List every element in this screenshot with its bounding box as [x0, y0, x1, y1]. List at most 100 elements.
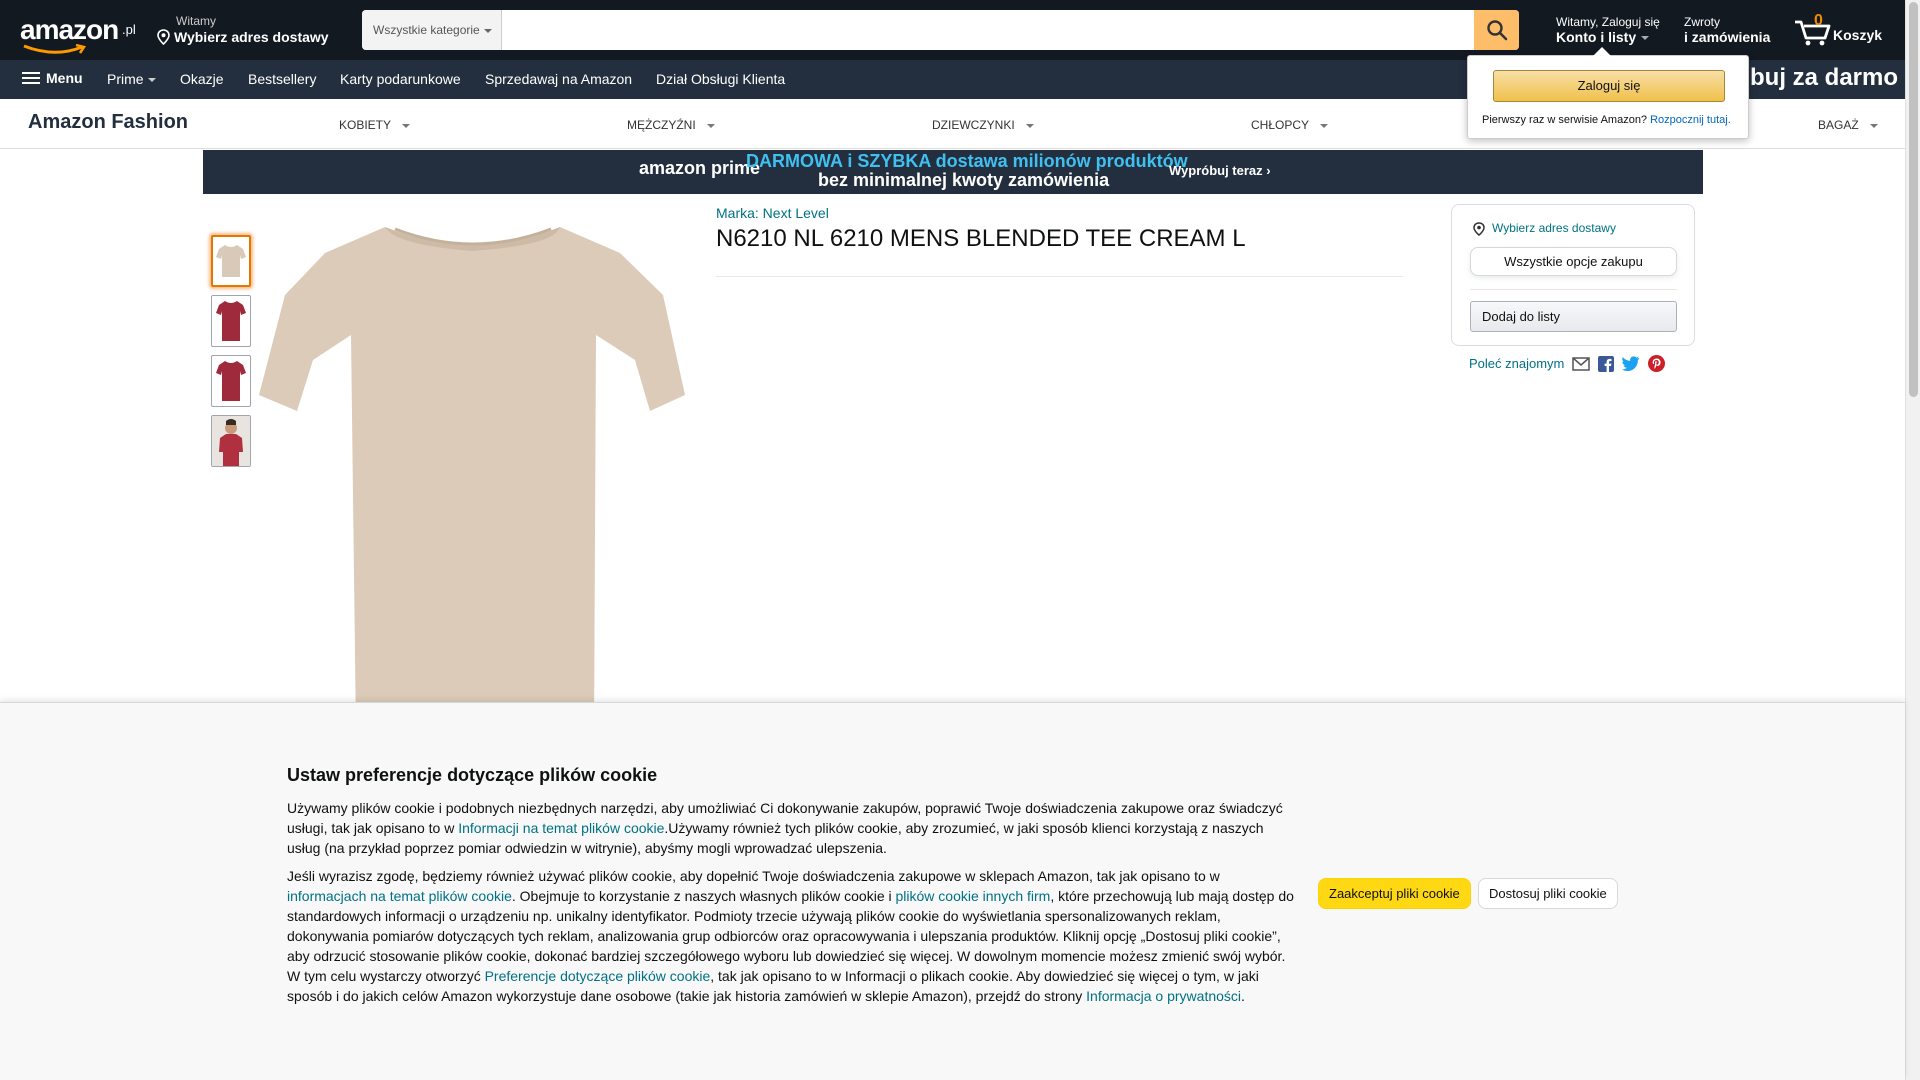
cookie-preferences-link[interactable]: Preferencje dotyczące plików cookie — [485, 968, 711, 984]
deliver-greeting: Witamy — [176, 14, 216, 28]
account-greeting: Witamy, Zaloguj się — [1556, 15, 1660, 29]
privacy-notice-link[interactable]: Informacja o prywatności — [1086, 988, 1241, 1004]
cart-count: 0 — [1814, 12, 1823, 29]
customize-cookies-button[interactable]: Dostosuj pliki cookie — [1478, 878, 1618, 909]
subnav-label: DZIEWCZYNKI — [932, 118, 1015, 132]
prime-banner-subline: bez minimalnej kwoty zamówienia — [818, 170, 1110, 190]
amazon-logo[interactable]: amazon .pl — [20, 14, 140, 54]
facebook-icon[interactable] — [1598, 355, 1615, 372]
chevron-down-icon — [707, 123, 716, 128]
chevron-down-icon — [1870, 123, 1879, 128]
fashion-brand-logo[interactable]: Amazon Fashion — [28, 111, 188, 134]
accept-cookies-button[interactable]: Zaakceptuj pliki cookie — [1318, 878, 1471, 909]
chevron-down-icon — [402, 123, 411, 128]
pinterest-icon[interactable] — [1648, 355, 1666, 372]
thumbnail[interactable] — [211, 235, 251, 287]
chevron-down-icon — [1641, 36, 1650, 41]
chevron-down-icon — [1026, 123, 1035, 128]
new-customer-text: Pierwszy raz w serwisie Amazon? Rozpoczni… — [1482, 114, 1731, 126]
top-nav: amazon .pl Witamy Wybierz adres dostawy … — [0, 0, 1920, 60]
buy-box: Wybierz adres dostawy Wszystkie opcje za… — [1451, 204, 1695, 346]
subnav-label: CHŁOPCY — [1251, 118, 1309, 132]
subnav-item-boys[interactable]: CHŁOPCY — [1251, 118, 1329, 132]
returns-orders[interactable]: Zwroty i zamówienia — [1684, 15, 1770, 45]
prime-banner-headline: DARMOWA i SZYBKA dostawa milionów produk… — [746, 151, 1188, 171]
subnav-label: MĘŻCZYŹNI — [627, 118, 696, 132]
logo-suffix: .pl — [122, 22, 136, 37]
third-party-cookies-link[interactable]: plików cookie innych firm — [896, 888, 1051, 904]
nav-item-deals[interactable]: Okazje — [180, 71, 224, 87]
cart-icon — [1795, 20, 1831, 46]
subnav-item-luggage[interactable]: BAGAŻ — [1818, 118, 1879, 132]
hamburger-icon — [22, 69, 40, 87]
thumbnail[interactable] — [211, 355, 251, 407]
divider — [1470, 289, 1677, 290]
cart-label: Koszyk — [1833, 27, 1883, 43]
deliver-label: Wybierz adres dostawy — [1492, 221, 1616, 235]
new-customer-label: Pierwszy raz w serwisie Amazon? — [1482, 114, 1648, 126]
start-here-link[interactable]: Rozpocznij tutaj. — [1650, 114, 1731, 126]
tshirt-thumb-image — [216, 245, 246, 277]
image-thumbnails — [211, 235, 251, 475]
account-menu[interactable]: Witamy, Zaloguj się Konto i listy — [1556, 15, 1660, 45]
prime-logo: amazon prime — [639, 158, 761, 178]
prime-banner[interactable]: amazon prime DARMOWA i SZYBKA dostawa mi… — [203, 150, 1703, 194]
cookie-title: Ustaw preferencje dotyczące plików cooki… — [287, 765, 658, 785]
cart-button[interactable]: 0 Koszyk — [1793, 12, 1913, 52]
search-button[interactable] — [1474, 10, 1519, 50]
email-icon[interactable] — [1572, 356, 1591, 371]
nav-item-bestsellers[interactable]: Bestsellery — [248, 71, 316, 87]
search-icon — [1486, 20, 1507, 41]
smile-icon — [23, 44, 87, 54]
returns-label: Zwroty — [1684, 15, 1720, 29]
deliver-address: Wybierz adres dostawy — [174, 29, 329, 45]
share-label[interactable]: Poleć znajomym — [1469, 356, 1564, 371]
cookie-info-link[interactable]: Informacji na temat plików cookie — [458, 820, 664, 836]
prime-try-link[interactable]: Wypróbuj teraz › — [1169, 163, 1271, 178]
logo-text: amazon — [20, 14, 119, 45]
cookie-text: . — [1241, 988, 1245, 1004]
subnav-item-women[interactable]: KOBIETY — [339, 118, 411, 132]
product-main-image[interactable] — [255, 215, 685, 735]
cookie-text: Jeśli wyrazisz zgodę, będziemy również u… — [287, 868, 1220, 884]
search-input[interactable] — [504, 10, 1464, 50]
search-category-select[interactable]: Wszystkie kategorie — [362, 10, 502, 50]
nav-item-sell[interactable]: Sprzedawaj na Amazon — [485, 71, 632, 87]
location-pin-icon — [157, 29, 170, 45]
deliver-to[interactable]: Witamy Wybierz adres dostawy — [156, 14, 329, 45]
nav-item-prime[interactable]: Prime — [107, 71, 156, 87]
signin-button[interactable]: Zaloguj się — [1493, 70, 1725, 102]
location-pin-icon — [1473, 222, 1485, 236]
cookie-info-link[interactable]: informacjach na temat plików cookie — [287, 888, 512, 904]
subnav-item-men[interactable]: MĘŻCZYŹNI — [627, 118, 716, 132]
menu-button[interactable]: Menu — [22, 69, 83, 87]
scrollbar-thumb[interactable] — [1909, 2, 1918, 397]
all-buying-options-button[interactable]: Wszystkie opcje zakupu — [1470, 247, 1677, 276]
orders-label: i zamówienia — [1684, 29, 1771, 45]
cookie-consent-banner: Ustaw preferencje dotyczące plików cooki… — [0, 702, 1905, 1080]
twitter-icon[interactable] — [1622, 356, 1640, 371]
prime-promo-text[interactable]: buj za darmo — [1750, 64, 1898, 92]
add-to-list-button[interactable]: Dodaj do listy — [1470, 301, 1677, 332]
account-flyout: Zaloguj się Pierwszy raz w serwisie Amaz… — [1467, 47, 1749, 139]
subnav-label: KOBIETY — [339, 118, 391, 132]
page-scrollbar[interactable] — [1905, 0, 1920, 1080]
tshirt-thumb-image — [216, 301, 246, 341]
tshirt-thumb-image — [216, 361, 246, 401]
thumbnail[interactable] — [211, 415, 251, 467]
deliver-link[interactable]: Wybierz adres dostawy — [1472, 221, 1616, 236]
nav-item-label: Prime — [107, 71, 144, 87]
nav-item-customer-service[interactable]: Dział Obsługi Klienta — [656, 71, 785, 87]
page: amazon .pl Witamy Wybierz adres dostawy … — [0, 0, 1920, 1080]
chevron-down-icon — [1320, 123, 1329, 128]
subnav-item-girls[interactable]: DZIEWCZYNKI — [932, 118, 1035, 132]
share-bar: Poleć znajomym — [1469, 355, 1666, 372]
search-category-label: Wszystkie kategorie — [373, 23, 480, 37]
nav-item-gift-cards[interactable]: Karty podarunkowe — [340, 71, 461, 87]
brand-link[interactable]: Marka: Next Level — [716, 205, 829, 221]
search-bar: Wszystkie kategorie — [362, 10, 1519, 50]
subnav-label: BAGAŻ — [1818, 118, 1859, 132]
thumbnail[interactable] — [211, 295, 251, 347]
account-lists-label: Konto i listy — [1556, 29, 1637, 45]
menu-label: Menu — [46, 70, 83, 86]
